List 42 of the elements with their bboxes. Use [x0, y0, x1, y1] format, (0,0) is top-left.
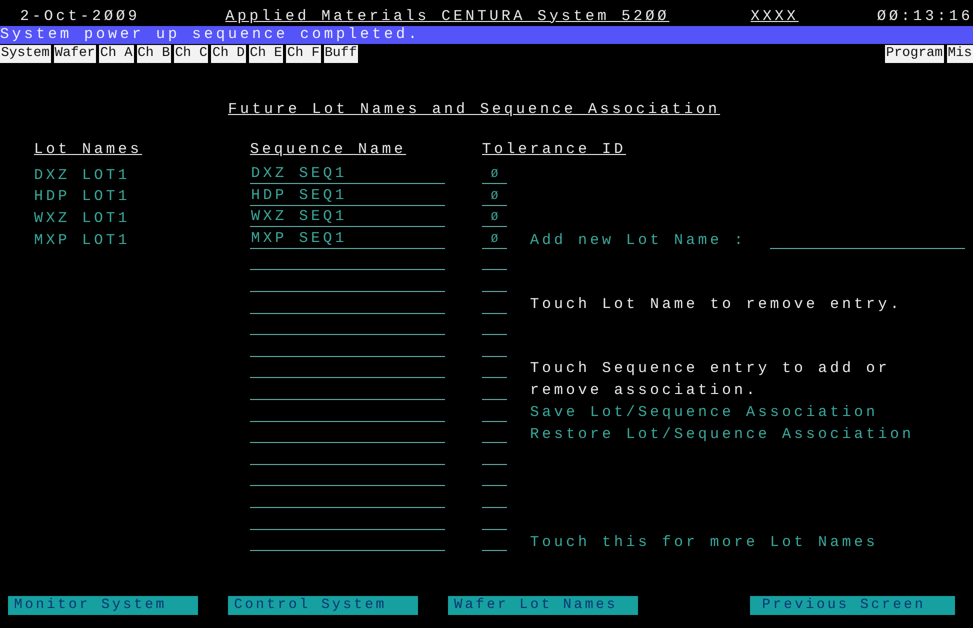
- tolerance-field[interactable]: Ø: [482, 230, 507, 249]
- nav-tab[interactable]: Ch E: [248, 45, 284, 63]
- nav-tab[interactable]: Ch D: [211, 45, 246, 63]
- nav-tab[interactable]: Ch F: [286, 45, 321, 63]
- nav-tab[interactable]: Buff: [324, 45, 358, 63]
- system-title: Applied Materials CENTURA System 52ØØ: [225, 8, 670, 24]
- instruction-text: Touch Lot Name to remove entry.: [530, 296, 904, 314]
- lot-name[interactable]: WXZ LOT1: [34, 210, 250, 228]
- nav-tab[interactable]: Ch C: [174, 45, 208, 63]
- page-title: Future Lot Names and Sequence Association: [228, 101, 720, 119]
- nav-tab[interactable]: Ch A: [99, 45, 134, 63]
- tolerance-field[interactable]: Ø: [482, 208, 507, 228]
- action-link[interactable]: Restore Lot/Sequence Association: [530, 426, 973, 444]
- action-link[interactable]: Save Lot/Sequence Association: [530, 404, 973, 422]
- nav-tab[interactable]: System: [0, 45, 51, 63]
- sequence-field[interactable]: DXZ SEQ1: [250, 165, 445, 184]
- clock-time: ØØ:13:16: [876, 8, 973, 24]
- nav-tab[interactable]: Wafer: [54, 45, 96, 63]
- column-header: Sequence Name: [250, 141, 406, 159]
- action-link[interactable]: Touch this for more Lot Names: [530, 534, 973, 552]
- footer-button[interactable]: Monitor System: [8, 596, 198, 615]
- instruction-text: Touch Sequence entry to add or remove association.: [530, 359, 892, 401]
- footer-button[interactable]: Control System: [228, 596, 418, 615]
- nav-tab[interactable]: Mis: [946, 45, 973, 63]
- column-header: Tolerance ID: [482, 141, 626, 159]
- tolerance-field[interactable]: Ø: [482, 186, 507, 206]
- field-label: Add new Lot Name :: [530, 232, 746, 250]
- status-message: System power up sequence completed.: [0, 26, 973, 44]
- footer-button[interactable]: Wafer Lot Names: [448, 596, 638, 615]
- nav-tab[interactable]: Program: [884, 45, 944, 63]
- sequence-field[interactable]: HDP SEQ1: [250, 186, 445, 206]
- column-header: Lot Names: [34, 141, 142, 159]
- lot-name[interactable]: HDP LOT1: [34, 188, 250, 206]
- tolerance-field[interactable]: Ø: [482, 165, 507, 184]
- footer-button[interactable]: Previous Screen: [750, 596, 955, 615]
- user-name: XXXX: [750, 8, 800, 24]
- lot-name[interactable]: DXZ LOT1: [34, 166, 250, 185]
- sequence-field[interactable]: MXP SEQ1: [250, 230, 445, 249]
- sequence-field[interactable]: WXZ SEQ1: [250, 208, 445, 228]
- nav-tab[interactable]: Ch B: [136, 45, 171, 63]
- date-text: 2-Oct-2ØØ9: [20, 8, 142, 24]
- lot-name[interactable]: MXP LOT1: [34, 232, 250, 250]
